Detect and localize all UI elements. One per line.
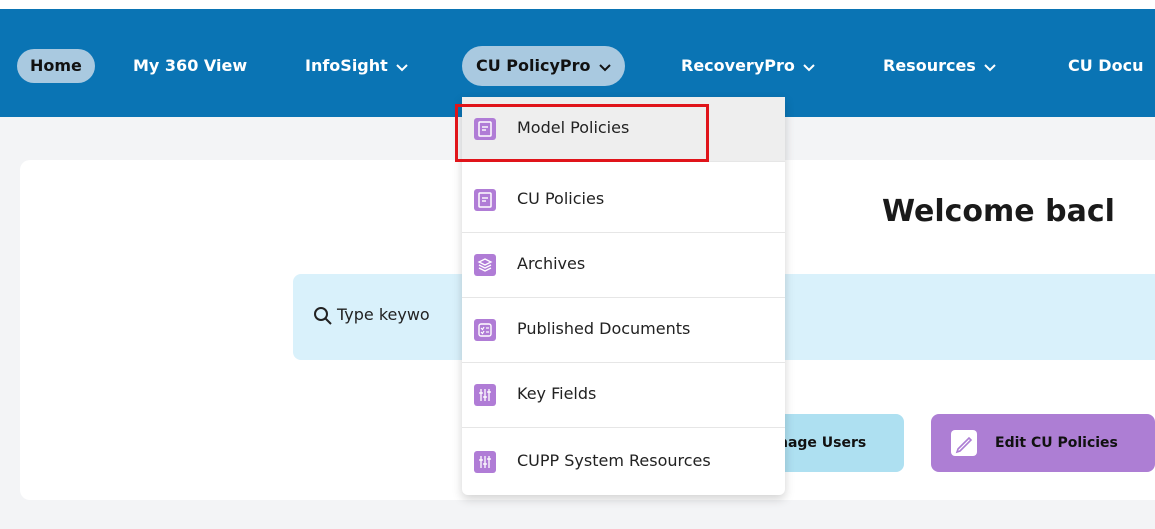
search-icon — [313, 306, 333, 330]
menu-item-label: Archives — [517, 254, 586, 273]
menu-item-label: Model Policies — [517, 118, 630, 137]
pencil-icon — [951, 430, 977, 456]
manage-users-label: nage Users — [778, 435, 867, 451]
menu-item-cupp-system-resources[interactable]: CUPP System Resources — [462, 430, 785, 495]
menu-item-key-fields[interactable]: Key Fields — [462, 363, 785, 428]
document-icon — [474, 189, 496, 211]
nav-my-360-view[interactable]: My 360 View — [133, 46, 247, 86]
nav-cu-policypro[interactable]: CU PolicyPro — [462, 46, 625, 86]
menu-item-published-documents[interactable]: Published Documents — [462, 298, 785, 363]
menu-item-cu-policies[interactable]: CU Policies — [462, 168, 785, 233]
search-placeholder: Type keywo — [337, 305, 430, 324]
edit-cu-policies-label: Edit CU Policies — [995, 435, 1118, 451]
menu-item-label: CUPP System Resources — [517, 451, 711, 470]
nav-resources-label: Resources — [883, 56, 976, 75]
edit-cu-policies-button[interactable]: Edit CU Policies — [931, 414, 1155, 472]
chevron-down-icon — [984, 47, 996, 87]
nav-cu-docu[interactable]: CU Docu — [1068, 46, 1143, 86]
menu-item-archives[interactable]: Archives — [462, 233, 785, 298]
chevron-down-icon — [396, 47, 408, 87]
menu-item-label: CU Policies — [517, 189, 605, 208]
checklist-icon — [474, 319, 496, 341]
nav-infosight[interactable]: InfoSight — [305, 46, 408, 86]
welcome-heading: Welcome bacl — [882, 194, 1115, 229]
sliders-icon — [474, 451, 496, 473]
menu-item-label: Published Documents — [517, 319, 691, 338]
nav-recoverypro-label: RecoveryPro — [681, 56, 795, 75]
menu-item-label: Key Fields — [517, 384, 597, 403]
chevron-down-icon — [598, 47, 611, 87]
cu-policypro-dropdown: Model Policies CU Policies Archives Publ… — [462, 97, 785, 495]
document-icon — [474, 118, 496, 140]
nav-recoverypro[interactable]: RecoveryPro — [681, 46, 815, 86]
top-edge — [0, 0, 1155, 9]
nav-infosight-label: InfoSight — [305, 56, 388, 75]
layers-icon — [474, 254, 496, 276]
chevron-down-icon — [803, 47, 815, 87]
sliders-icon — [474, 384, 496, 406]
menu-item-model-policies[interactable]: Model Policies — [462, 97, 785, 162]
nav-home[interactable]: Home — [17, 49, 95, 83]
nav-cu-policypro-label: CU PolicyPro — [476, 56, 591, 75]
nav-resources[interactable]: Resources — [883, 46, 996, 86]
